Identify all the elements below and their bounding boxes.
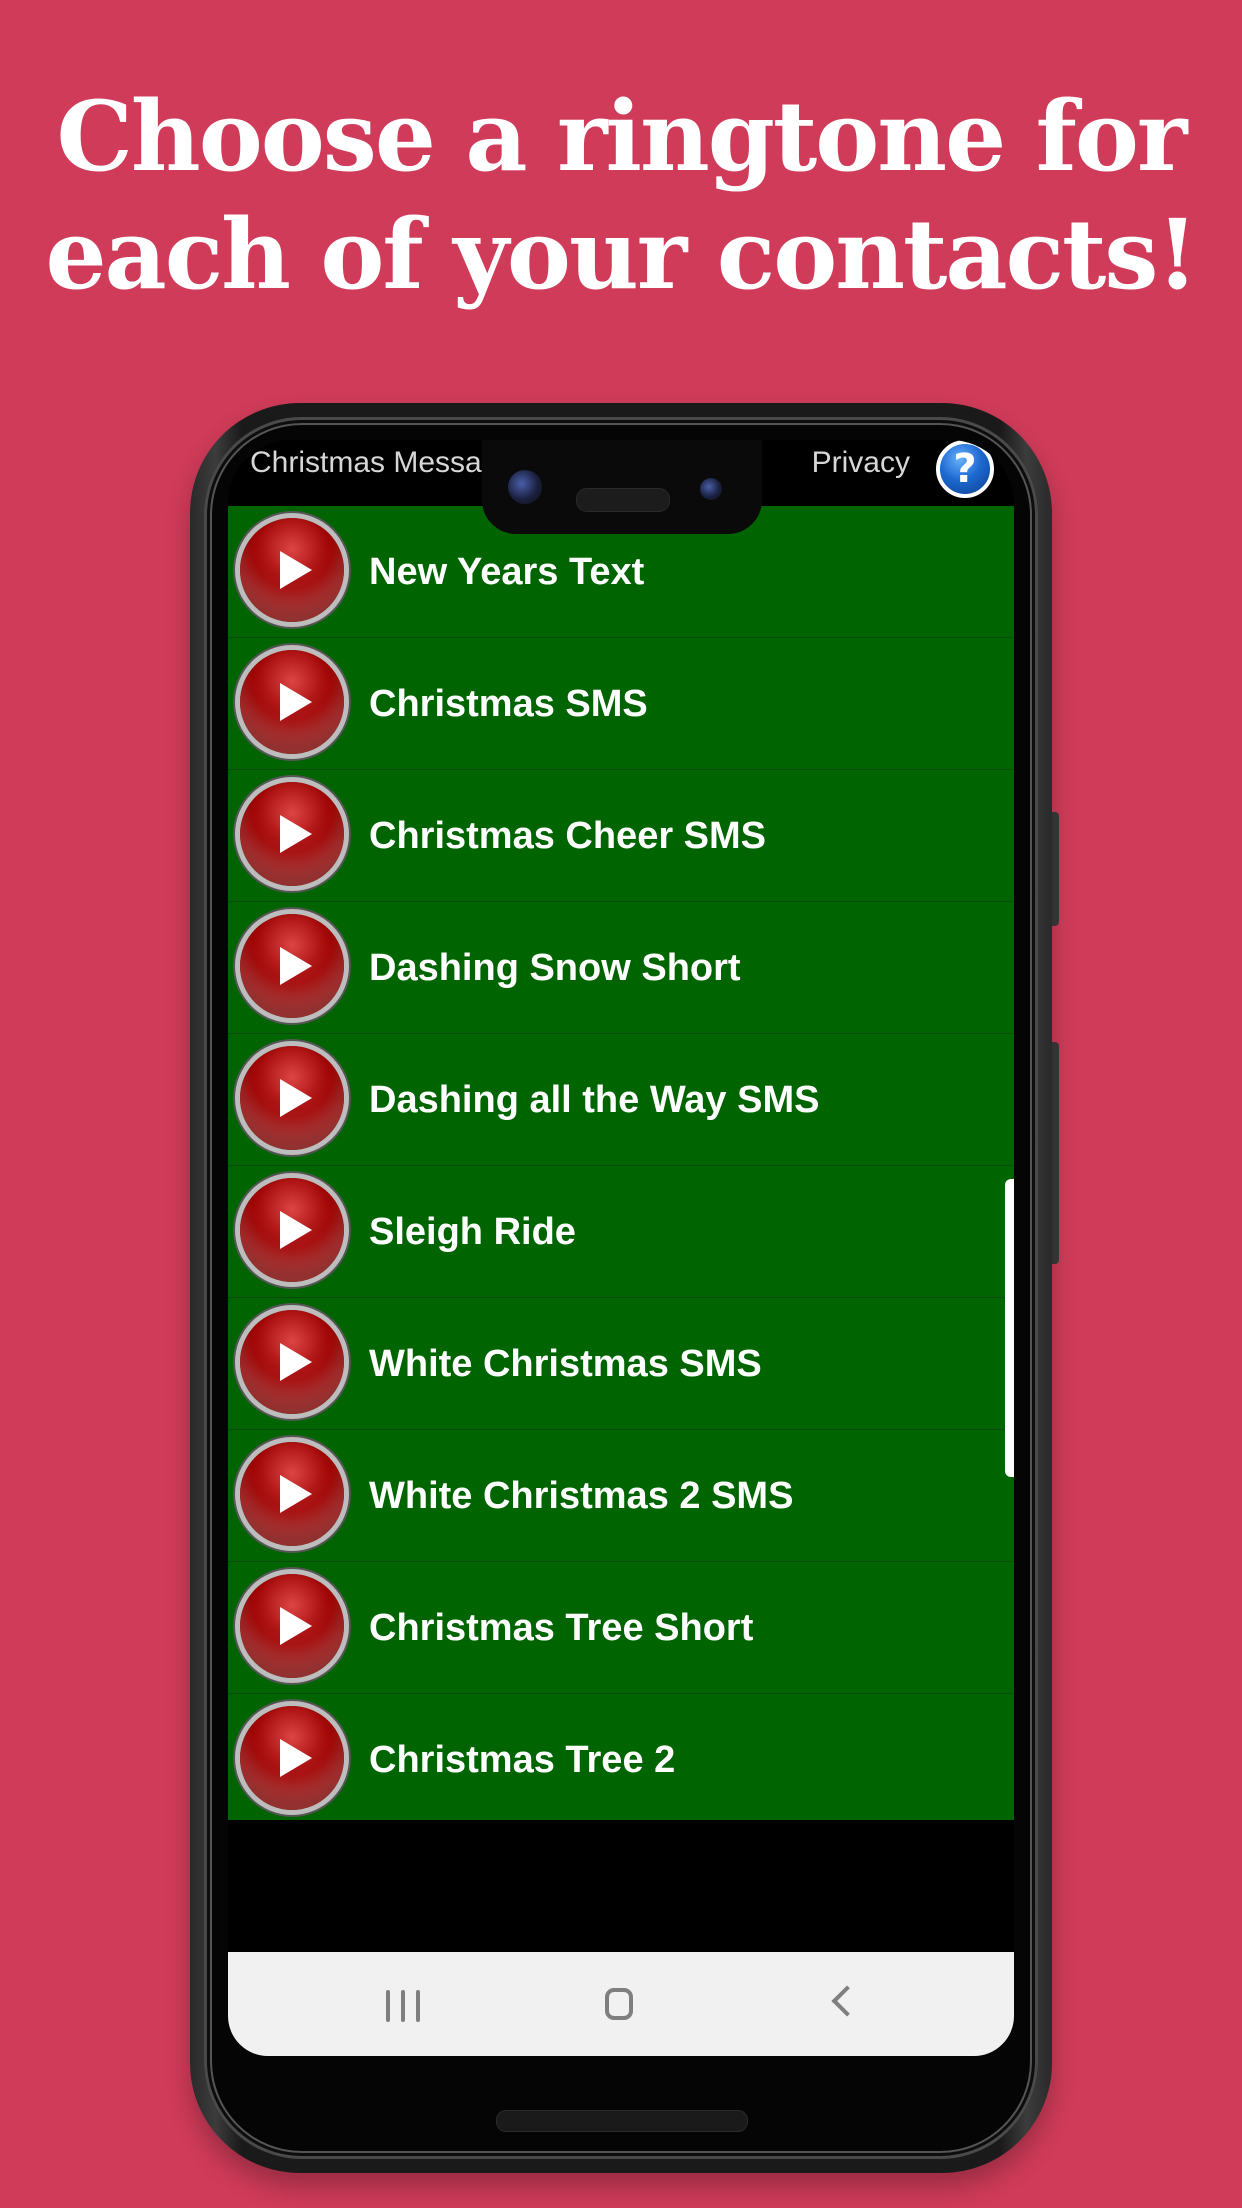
ringtone-label: White Christmas 2 SMS [369,1475,794,1517]
ringtone-row[interactable]: Christmas SMS [228,638,1014,770]
ringtone-row[interactable]: White Christmas SMS [228,1298,1014,1430]
system-nav-bar [228,1952,1014,2056]
play-icon[interactable] [240,1574,344,1678]
power-button [1052,812,1059,926]
ringtone-row[interactable]: Christmas Tree Short [228,1562,1014,1694]
sensor-icon [700,478,722,500]
bottom-speaker [496,2110,748,2132]
ringtone-label: Sleigh Ride [369,1211,576,1253]
ringtone-label: White Christmas SMS [369,1343,762,1385]
help-button[interactable]: ? [936,440,994,498]
earpiece-speaker [576,488,670,512]
ringtone-label: Christmas Tree Short [369,1607,754,1649]
play-icon[interactable] [240,914,344,1018]
play-icon[interactable] [240,1046,344,1150]
back-icon[interactable] [831,1985,863,2017]
headline-line-1: Choose a ringtone for [56,80,1188,193]
ringtone-label: Christmas Tree 2 [369,1739,676,1781]
camera-notch [482,440,762,534]
headline-line-2: each of your contacts! [45,198,1198,311]
ringtone-row[interactable]: White Christmas 2 SMS [228,1430,1014,1562]
ringtone-label: Christmas Cheer SMS [369,815,767,857]
ringtone-label: Dashing all the Way SMS [369,1079,820,1121]
home-icon[interactable] [605,1988,633,2020]
ringtone-row[interactable]: Sleigh Ride [228,1166,1014,1298]
play-icon[interactable] [240,1310,344,1414]
phone-screen: Christmas Messa Privacy ? New Years Text… [228,440,1014,2056]
promo-headline: Choose a ringtone for each of your conta… [0,78,1242,314]
ringtone-row[interactable]: Christmas Cheer SMS [228,770,1014,902]
ringtone-row[interactable]: Dashing Snow Short [228,902,1014,1034]
ringtone-row[interactable]: Christmas Tree 2 [228,1694,1014,1820]
privacy-link[interactable]: Privacy [812,446,910,480]
ringtone-row[interactable]: Dashing all the Way SMS [228,1034,1014,1166]
play-icon[interactable] [240,518,344,622]
app-title: Christmas Messa [250,446,482,479]
ringtone-list: New Years Text Christmas SMS Christmas C… [228,506,1014,1820]
play-icon[interactable] [240,782,344,886]
front-camera-icon [508,470,542,504]
question-mark-icon: ? [953,446,977,492]
play-icon[interactable] [240,1706,344,1810]
recents-icon[interactable] [386,1990,420,2022]
play-icon[interactable] [240,1442,344,1546]
ringtone-label: Dashing Snow Short [369,947,741,989]
play-icon[interactable] [240,1178,344,1282]
scrollbar-thumb[interactable] [1005,1179,1014,1477]
volume-button [1052,1042,1059,1264]
ringtone-label: Christmas SMS [369,683,648,725]
play-icon[interactable] [240,650,344,754]
